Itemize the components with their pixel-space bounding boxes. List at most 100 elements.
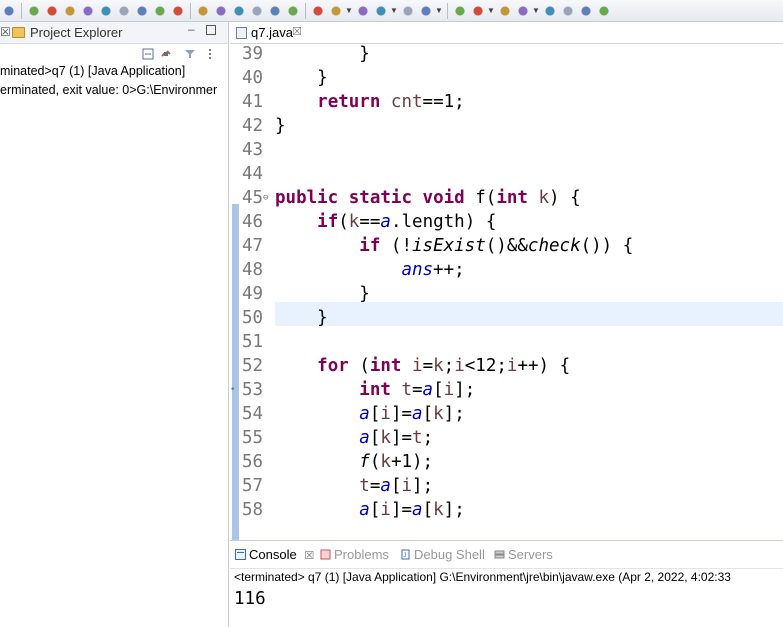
process-item[interactable]: erminated, exit value: 0>G:\Environmer	[0, 83, 217, 97]
search-icon[interactable]	[452, 3, 468, 19]
coverage-icon[interactable]	[373, 3, 389, 19]
code-area[interactable]: 39 } 40 } 41 return cnt==1; 42} 43 44 45 public…	[230, 44, 783, 540]
line-source[interactable]: if(k==a.length) {	[275, 210, 496, 234]
code-line[interactable]: 42}	[230, 114, 783, 138]
skip-breakpoints-icon[interactable]	[26, 3, 42, 19]
code-line[interactable]: 54 a[i]=a[k];	[230, 402, 783, 426]
code-line[interactable]: 50 }	[230, 306, 783, 330]
new-package-icon[interactable]	[231, 3, 247, 19]
line-source[interactable]: }	[275, 114, 286, 138]
line-source[interactable]: t=a[i];	[275, 474, 433, 498]
step-return-icon[interactable]	[152, 3, 168, 19]
link-with-editor-icon[interactable]	[160, 48, 172, 60]
line-source[interactable]: a[i]=a[k];	[275, 402, 464, 426]
code-line[interactable]: 49 }	[230, 282, 783, 306]
code-line[interactable]: 44	[230, 162, 783, 186]
line-source[interactable]: f(k+1);	[275, 450, 433, 474]
code-line[interactable]: 47 if (!isExist()&&check()) {	[230, 234, 783, 258]
line-source[interactable]: int t=a[i];	[275, 378, 475, 402]
tab-servers-label: Servers	[508, 547, 553, 562]
prev-annotation-icon[interactable]	[515, 3, 531, 19]
code-line[interactable]: 51	[230, 330, 783, 354]
code-line[interactable]: 41 return cnt==1;	[230, 90, 783, 114]
code-line[interactable]: 57 t=a[i];	[230, 474, 783, 498]
close-icon[interactable]: ☒	[0, 25, 11, 39]
code-line[interactable]: 56 f(k+1);	[230, 450, 783, 474]
line-source[interactable]: if (!isExist()&&check()) {	[275, 234, 633, 258]
dropdown-arrow-icon[interactable]: ▼	[435, 3, 443, 19]
code-line[interactable]: 39 }	[230, 42, 783, 66]
line-source[interactable]: return cnt==1;	[275, 90, 465, 114]
pin-editor-icon[interactable]	[596, 3, 612, 19]
line-source[interactable]: }	[275, 42, 370, 66]
code-line[interactable]: 52 for (int i=k;i<12;i++) {	[230, 354, 783, 378]
suspend-icon[interactable]	[62, 3, 78, 19]
code-line[interactable]: 43	[230, 138, 783, 162]
back-icon[interactable]	[560, 3, 576, 19]
dropdown-arrow-icon[interactable]: ▼	[532, 3, 540, 19]
launch-item[interactable]: minated>q7 (1) [Java Application]	[0, 64, 185, 78]
java-editor: q7.java ☒ 39 } 40 } 41 return cnt==1; 42} 43…	[230, 22, 783, 540]
resume-icon[interactable]	[44, 3, 60, 19]
code-line[interactable]: 45 public static void f(int k) {⊖	[230, 186, 783, 210]
line-source[interactable]: ans++;	[275, 258, 464, 282]
code-line[interactable]: 53 int t=a[i]; •	[230, 378, 783, 402]
tab-servers[interactable]: Servers	[494, 547, 553, 562]
code-line[interactable]: 40 }	[230, 66, 783, 90]
terminate-icon[interactable]	[80, 3, 96, 19]
show-whitespace-icon[interactable]	[310, 3, 326, 19]
minimize-icon[interactable]: ‒	[188, 22, 195, 36]
code-line[interactable]: 55 a[k]=t;	[230, 426, 783, 450]
dropdown-arrow-icon[interactable]: ▼	[487, 3, 495, 19]
line-source[interactable]: a[i]=a[k];	[275, 498, 464, 522]
line-source[interactable]: }	[275, 306, 328, 330]
code-line[interactable]: 58 a[i]=a[k];	[230, 498, 783, 522]
step-into-icon[interactable]	[116, 3, 132, 19]
tab-problems[interactable]: Problems	[320, 547, 389, 562]
maximize-icon[interactable]	[206, 25, 216, 35]
line-source[interactable]: a[k]=t;	[275, 426, 433, 450]
dropdown-arrow-icon[interactable]: ▼	[345, 3, 353, 19]
use-step-filters-icon[interactable]	[195, 3, 211, 19]
line-number: 54	[242, 404, 264, 424]
editor-tab-label[interactable]: q7.java	[251, 25, 293, 40]
line-source[interactable]: for (int i=k;i<12;i++) {	[275, 354, 570, 378]
tab-debug-shell[interactable]: J Debug Shell	[400, 547, 485, 562]
drop-to-frame-icon[interactable]	[170, 3, 186, 19]
dropdown-arrow-icon[interactable]: ▼	[390, 3, 398, 19]
new-java-project-icon[interactable]	[213, 3, 229, 19]
annotation-icon[interactable]	[470, 3, 486, 19]
toggle-breadcrumb-icon[interactable]	[285, 3, 301, 19]
line-source[interactable]: }	[275, 66, 328, 90]
new-class-icon[interactable]	[249, 3, 265, 19]
console-output[interactable]: 116	[234, 588, 266, 610]
view-menu-icon[interactable]	[204, 48, 216, 60]
project-explorer-title[interactable]: Project Explorer	[30, 25, 122, 40]
step-over-icon[interactable]	[134, 3, 150, 19]
next-annotation-icon[interactable]	[497, 3, 513, 19]
debug-icon[interactable]	[328, 3, 344, 19]
fold-toggle-icon[interactable]: ⊖	[263, 186, 268, 210]
last-edit-icon[interactable]	[542, 3, 558, 19]
open-type-icon[interactable]	[267, 3, 283, 19]
forward-icon[interactable]	[578, 3, 594, 19]
console-view: Console ☒ Problems J Debug Shell Servers …	[230, 540, 783, 627]
editor-tab-q7[interactable]: q7.java ☒	[230, 22, 783, 44]
tab-console[interactable]: Console ☒	[235, 547, 314, 562]
code-line[interactable]: 48 ans++;	[230, 258, 783, 282]
override-marker-icon[interactable]: •	[230, 378, 235, 402]
external-tools-icon[interactable]	[400, 3, 416, 19]
run-icon[interactable]	[355, 3, 371, 19]
filter-icon[interactable]	[184, 48, 196, 60]
line-source[interactable]: }	[275, 282, 370, 306]
project-explorer-tab[interactable]: ☒ Project Explorer ‒	[0, 22, 228, 44]
disconnect-icon[interactable]	[98, 3, 114, 19]
close-icon[interactable]: ☒	[304, 550, 314, 562]
line-source[interactable]: public static void f(int k) {	[275, 186, 581, 210]
line-number: 51	[242, 332, 264, 352]
code-line[interactable]: 46 if(k==a.length) {	[230, 210, 783, 234]
link-icon[interactable]	[1, 3, 17, 19]
open-task-icon[interactable]	[418, 3, 434, 19]
close-icon[interactable]: ☒	[292, 25, 302, 38]
collapse-all-icon[interactable]	[142, 48, 154, 60]
